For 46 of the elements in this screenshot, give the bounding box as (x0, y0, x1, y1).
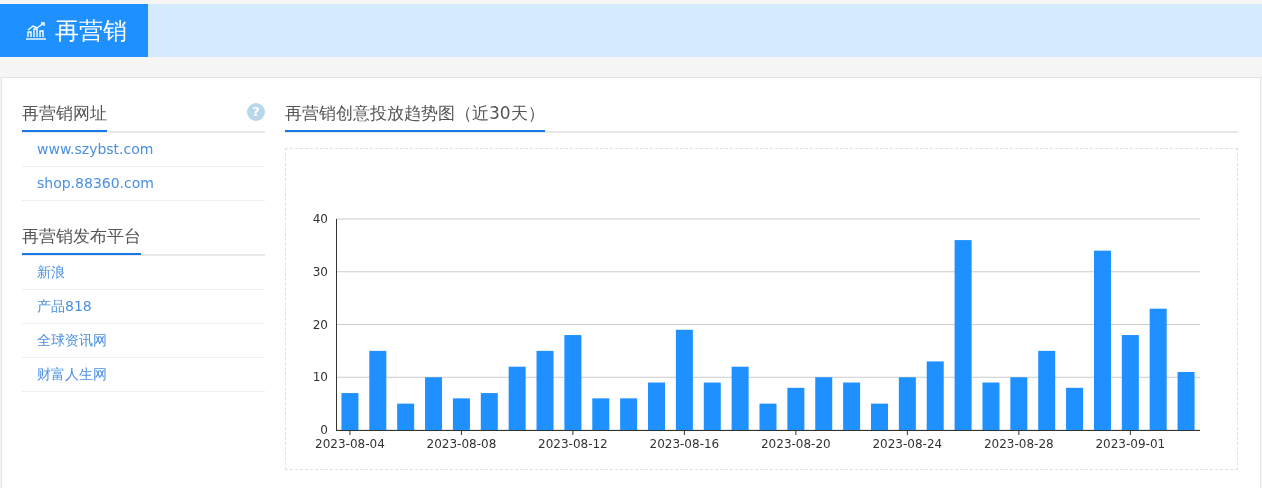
sidebar-link[interactable]: 全球资讯网 (22, 324, 265, 358)
chart-icon (25, 21, 47, 40)
chart-title: 再营销创意投放趋势图（近30天） (285, 99, 545, 132)
bar (425, 377, 443, 430)
sidebar-link[interactable]: 新浪 (22, 256, 265, 290)
x-tick-label: 2023-08-20 (761, 437, 831, 451)
bar (508, 366, 526, 430)
bar (926, 361, 944, 430)
bar (898, 377, 916, 430)
y-tick-label: 40 (312, 212, 328, 226)
sidebar-link[interactable]: 产品818 (22, 290, 265, 324)
y-tick-label: 20 (312, 317, 328, 332)
bar (731, 366, 749, 430)
x-tick-label: 2023-08-04 (315, 437, 385, 451)
bar (815, 377, 833, 430)
page-title: 再营销 (55, 15, 127, 47)
bar (871, 403, 888, 430)
bar (703, 382, 721, 430)
bar (648, 382, 665, 430)
bar (480, 393, 498, 430)
bar (341, 393, 359, 430)
bar (1066, 387, 1084, 430)
section-title: 再营销网址 (22, 99, 107, 132)
x-tick-label: 2023-08-08 (426, 437, 497, 451)
sidebar-link[interactable]: 财富人生网 (22, 358, 265, 392)
bar (397, 403, 415, 430)
bar (843, 382, 861, 430)
bar (982, 382, 1000, 430)
x-tick-label: 2023-08-24 (872, 437, 943, 451)
y-tick-label: 0 (320, 423, 328, 437)
bar (759, 403, 777, 430)
bar (787, 387, 805, 430)
x-tick-label: 2023-08-28 (983, 437, 1054, 451)
section-title: 再营销发布平台 (22, 222, 141, 255)
bar (1010, 377, 1028, 430)
sidebar-link[interactable]: www.szybst.com (22, 133, 265, 167)
y-tick-label: 10 (312, 370, 328, 385)
bar (592, 398, 610, 430)
bar (452, 398, 470, 430)
x-tick-label: 2023-08-16 (649, 437, 720, 451)
y-tick-label: 30 (312, 264, 328, 279)
x-tick-label: 2023-09-01 (1095, 437, 1166, 451)
bar (620, 398, 638, 430)
sidebar-link[interactable]: shop.88360.com (22, 167, 265, 201)
x-tick-label: 2023-08-12 (538, 437, 608, 451)
bar (1177, 372, 1195, 430)
